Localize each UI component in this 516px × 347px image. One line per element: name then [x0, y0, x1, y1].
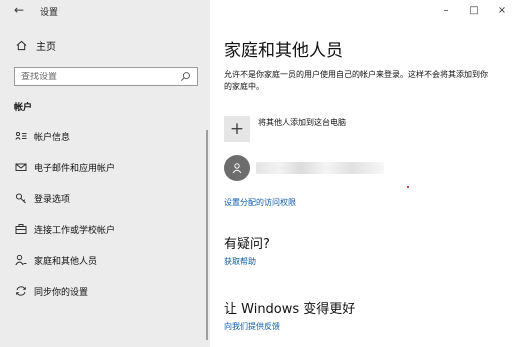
app-title: 设置 [40, 8, 59, 18]
artifact-dot [407, 186, 409, 188]
sync-icon [14, 285, 28, 297]
window-controls: – □ × [432, 0, 516, 20]
sidebar-item-label: 电子邮件和应用帐户 [34, 163, 116, 174]
sidebar-item-label: 登录选项 [34, 194, 71, 205]
redacted-user-name [256, 162, 384, 174]
sidebar: ← 设置 主页 帐户 帐户信息 电子邮件和应用帐户 登录选项 连接工作或学校帐户 [0, 0, 210, 347]
person-add-icon [14, 254, 28, 266]
search-icon[interactable] [180, 71, 191, 82]
close-button[interactable]: × [488, 0, 516, 20]
search-input[interactable] [21, 71, 171, 82]
sidebar-item-email-accounts[interactable]: 电子邮件和应用帐户 [14, 160, 115, 174]
sidebar-item-home[interactable]: 主页 [14, 38, 56, 53]
sidebar-item-family-other-people[interactable]: 家庭和其他人员 [14, 253, 97, 267]
person-card-icon [14, 130, 28, 142]
sidebar-item-account-info[interactable]: 帐户信息 [14, 129, 70, 143]
sidebar-item-label: 连接工作或学校帐户 [34, 225, 116, 236]
sidebar-item-label: 主页 [36, 42, 56, 53]
sidebar-item-label: 同步你的设置 [34, 287, 89, 298]
questions-heading: 有疑问? [224, 237, 270, 252]
back-button[interactable]: ← [14, 3, 24, 17]
user-entry[interactable] [224, 155, 384, 181]
main-content: – □ × 家庭和其他人员 允许不是你家庭一员的用户使用自己的帐户来登录。这样不… [210, 0, 516, 347]
page-title: 家庭和其他人员 [224, 41, 343, 61]
add-person-label: 将其他人添加到这台电脑 [258, 118, 346, 127]
feedback-link[interactable]: 向我们提供反馈 [224, 321, 280, 332]
sidebar-scrollbar[interactable] [206, 130, 208, 340]
section-header-accounts: 帐户 [14, 103, 33, 113]
key-icon [14, 192, 28, 204]
maximize-button[interactable]: □ [460, 0, 488, 20]
sidebar-item-sign-in-options[interactable]: 登录选项 [14, 191, 70, 205]
plus-icon: + [224, 116, 250, 142]
description-text: 允许不是你家庭一员的用户使用自己的帐户来登录。这样不会将其添加到你的家庭中。 [224, 70, 488, 91]
mail-icon [14, 161, 28, 173]
improve-windows-heading: 让 Windows 变得更好 [224, 302, 356, 317]
home-icon [14, 40, 28, 51]
avatar [224, 155, 250, 181]
minimize-button[interactable]: – [432, 0, 460, 20]
sidebar-item-label: 家庭和其他人员 [34, 256, 98, 267]
sidebar-item-label: 帐户信息 [34, 132, 71, 143]
add-person-button[interactable]: + 将其他人添加到这台电脑 [224, 116, 346, 142]
sidebar-item-sync-settings[interactable]: 同步你的设置 [14, 284, 88, 298]
assigned-access-link[interactable]: 设置分配的访问权限 [224, 197, 296, 208]
get-help-link[interactable]: 获取帮助 [224, 256, 256, 267]
briefcase-icon [14, 223, 28, 235]
search-box[interactable] [14, 67, 198, 86]
sidebar-item-work-school[interactable]: 连接工作或学校帐户 [14, 222, 115, 236]
